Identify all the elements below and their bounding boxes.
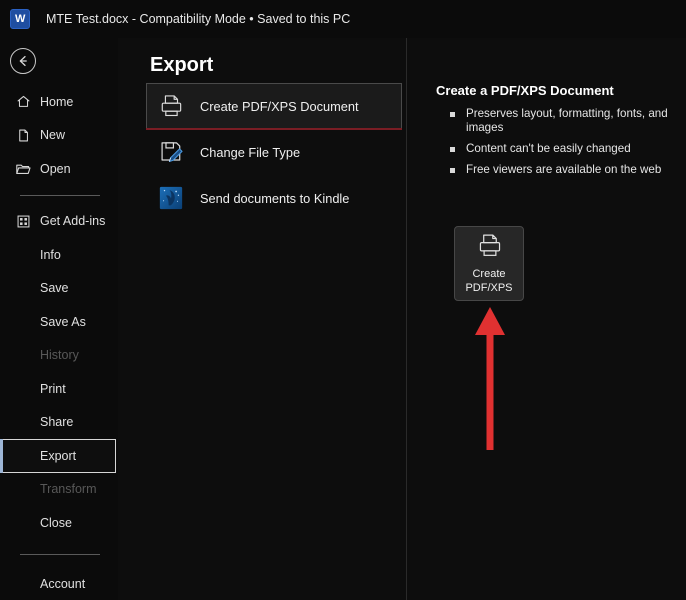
option-send-documents-to-kindle[interactable]: Send documents to Kindle bbox=[146, 175, 402, 221]
sidebar-item-label: Account bbox=[40, 578, 85, 591]
sidebar-item-account[interactable]: Account bbox=[0, 568, 118, 600]
grid-addins-icon bbox=[14, 212, 32, 230]
sidebar-item-history: History bbox=[0, 339, 118, 373]
sidebar-item-label: Share bbox=[40, 416, 73, 429]
option-label: Create PDF/XPS Document bbox=[200, 99, 359, 114]
sidebar-nav: Home New Open bbox=[0, 85, 118, 600]
create-pdf-xps-button-label-line1: Create bbox=[472, 268, 505, 282]
sidebar-item-label: Save As bbox=[40, 316, 86, 329]
sidebar-item-label: Export bbox=[40, 450, 76, 463]
square-bullet-icon bbox=[450, 147, 455, 152]
option-create-pdf-xps-document[interactable]: Create PDF/XPS Document bbox=[146, 83, 402, 129]
page-title: Export bbox=[150, 54, 213, 77]
folder-icon bbox=[14, 160, 32, 178]
printer-document-icon bbox=[156, 91, 186, 121]
sidebar-item-label: Open bbox=[40, 163, 71, 176]
red-up-arrow-annotation bbox=[472, 305, 508, 455]
backstage-sidebar: Home New Open bbox=[0, 38, 118, 600]
sidebar-item-print[interactable]: Print bbox=[0, 372, 118, 406]
option-label: Send documents to Kindle bbox=[200, 191, 349, 206]
printer-document-icon bbox=[476, 232, 503, 264]
sidebar-item-label: Info bbox=[40, 249, 61, 262]
word-logo-icon: W bbox=[10, 9, 30, 29]
detail-bullet-text: Content can't be easily changed bbox=[466, 142, 631, 156]
sidebar-item-label: Get Add-ins bbox=[40, 215, 105, 228]
word-backstage-export-screen: W MTE Test.docx - Compatibility Mode • S… bbox=[0, 0, 686, 600]
sidebar-item-save-as[interactable]: Save As bbox=[0, 305, 118, 339]
sidebar-item-label: Transform bbox=[40, 483, 97, 496]
sidebar-item-share[interactable]: Share bbox=[0, 406, 118, 440]
detail-bullet-item: Content can't be easily changed bbox=[436, 142, 686, 156]
page-icon bbox=[14, 126, 32, 144]
sidebar-item-get-add-ins[interactable]: Get Add-ins bbox=[0, 205, 118, 239]
option-label: Change File Type bbox=[200, 145, 300, 160]
sidebar-item-close[interactable]: Close bbox=[0, 506, 118, 540]
sidebar-item-label: Print bbox=[40, 383, 66, 396]
sidebar-divider-bottom bbox=[20, 554, 100, 555]
detail-bullet-item: Preserves layout, formatting, fonts, and… bbox=[436, 107, 686, 135]
sidebar-item-label: Save bbox=[40, 282, 69, 295]
sidebar-item-new[interactable]: New bbox=[0, 119, 118, 153]
sidebar-divider-top bbox=[20, 195, 100, 196]
document-title: MTE Test.docx - Compatibility Mode • Sav… bbox=[46, 12, 350, 26]
sidebar-item-open[interactable]: Open bbox=[0, 152, 118, 186]
titlebar: W MTE Test.docx - Compatibility Mode • S… bbox=[0, 0, 686, 38]
detail-title: Create a PDF/XPS Document bbox=[436, 83, 686, 98]
create-pdf-xps-button-label-line2: PDF/XPS bbox=[465, 282, 512, 296]
save-pencil-icon bbox=[156, 137, 186, 167]
square-bullet-icon bbox=[450, 168, 455, 173]
square-bullet-icon bbox=[450, 112, 455, 117]
sidebar-item-info[interactable]: Info bbox=[0, 238, 118, 272]
kindle-icon bbox=[156, 183, 186, 213]
sidebar-item-transform: Transform bbox=[0, 473, 118, 507]
option-change-file-type[interactable]: Change File Type bbox=[146, 129, 402, 175]
detail-bullet-text: Free viewers are available on the web bbox=[466, 163, 661, 177]
export-options-list: Create PDF/XPS Document Change File Type bbox=[146, 83, 402, 221]
sidebar-item-label: History bbox=[40, 349, 79, 362]
sidebar-item-label: New bbox=[40, 129, 65, 142]
sidebar-item-label: Home bbox=[40, 96, 73, 109]
panel-divider bbox=[406, 38, 407, 600]
export-detail-panel: Create a PDF/XPS Document Preserves layo… bbox=[436, 83, 686, 184]
detail-bullet-item: Free viewers are available on the web bbox=[436, 163, 686, 177]
sidebar-item-export[interactable]: Export bbox=[0, 439, 116, 473]
back-arrow-circle-icon[interactable] bbox=[10, 48, 36, 74]
detail-bullet-text: Preserves layout, formatting, fonts, and… bbox=[466, 107, 686, 135]
export-content-pane: Export Create PDF/XPS Document bbox=[118, 38, 686, 600]
sidebar-item-save[interactable]: Save bbox=[0, 272, 118, 306]
sidebar-item-label: Close bbox=[40, 517, 72, 530]
sidebar-item-home[interactable]: Home bbox=[0, 85, 118, 119]
home-icon bbox=[14, 93, 32, 111]
create-pdf-xps-button[interactable]: Create PDF/XPS bbox=[454, 226, 524, 301]
